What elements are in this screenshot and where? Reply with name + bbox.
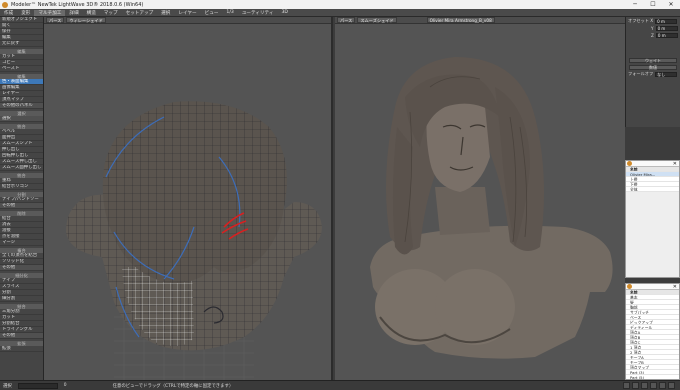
minimize-button[interactable]: ─ — [626, 1, 644, 8]
status-tool-3-icon[interactable] — [641, 382, 648, 389]
selection-count — [17, 382, 58, 389]
title-bar: Modeler™ NewTek LightWave 3D® 2018.0.6 (… — [0, 0, 680, 9]
sidebar-tool-button[interactable]: 元に戻す — [0, 41, 43, 47]
app-icon — [627, 161, 632, 166]
sidebar-tool-button[interactable]: 拡張 — [0, 346, 43, 352]
offset-z-row: Z 0 m — [626, 32, 680, 38]
menu-item[interactable]: ビュー — [201, 10, 223, 16]
offset-x-label: オフセット X — [628, 18, 654, 23]
sidebar-tool-button[interactable]: 細分割 — [0, 296, 43, 302]
sidebar-tool-button[interactable]: ペースト — [0, 66, 43, 72]
menu-item[interactable]: マップ — [100, 10, 122, 16]
offset-z-label: Z — [651, 32, 654, 38]
offset-x-row: オフセット X 0 m — [626, 18, 680, 24]
menu-item[interactable]: 1/3 — [222, 10, 237, 15]
object-list-panel: ✕ 名前 Olivier Mira... 上層 下層 全体 — [625, 160, 680, 278]
shaded-model-render — [370, 57, 613, 359]
tool-sidebar: 新規オブジェクト 開く 保存 編集 元に戻す 編集 カット コピー ペースト 編集 色・表面編集 画像… — [0, 17, 44, 380]
offset-x-input[interactable]: 0 m — [655, 18, 678, 24]
selection-num: 0 — [63, 383, 67, 388]
numeric-panel: オフセット X 0 m Y 0 m Z 0 m ウェイト 数値 フォールオフ な… — [625, 17, 680, 127]
window-controls: ─ ☐ ✕ — [626, 1, 680, 8]
status-message: 任意のビューでドラッグ（CTRLで特定の軸に固定できます） — [112, 383, 234, 389]
status-bar: 選択 0 任意のビューでドラッグ（CTRLで特定の軸に固定できます） — [0, 380, 680, 390]
offset-z-input[interactable]: 0 m — [655, 32, 678, 38]
menu-item[interactable]: マルチ加工 — [34, 9, 66, 16]
menu-item[interactable]: セットアップ — [122, 10, 158, 16]
status-tool-5-icon[interactable] — [659, 382, 666, 389]
status-tool-2-icon[interactable] — [632, 382, 639, 389]
app-icon — [627, 284, 632, 289]
menu-item[interactable]: 変形 — [17, 10, 34, 16]
viewport-right[interactable]: パース スムーズシェイド Olivier Mira Armstrong_B_v0… — [335, 17, 625, 380]
menu-item[interactable]: レイヤー — [174, 10, 200, 16]
offset-y-input[interactable]: 0 m — [655, 25, 678, 31]
viewport-left[interactable]: パース ウィレーシェイド — [44, 17, 333, 380]
menu-item[interactable]: 構造 — [83, 10, 100, 16]
menu-item[interactable]: 作成 — [0, 10, 17, 16]
sidebar-tool-button[interactable]: マージ — [0, 240, 43, 246]
sidebar-tool-button[interactable]: その他 — [0, 333, 43, 339]
falloff-select[interactable]: なし — [655, 71, 678, 77]
menu-item[interactable]: 選択 — [157, 10, 174, 16]
close-button[interactable]: ✕ — [662, 1, 680, 8]
sidebar-tool-button[interactable]: その他のパネル — [0, 103, 43, 109]
status-tool-1-icon[interactable] — [623, 382, 630, 389]
wireframe-model-render — [66, 101, 322, 380]
maximize-button[interactable]: ☐ — [644, 1, 662, 8]
sidebar-tool-button[interactable]: スムーズ面押し出し — [0, 165, 43, 171]
sidebar-tool-button[interactable]: 選択 — [0, 116, 43, 122]
list-item[interactable]: 全体 — [626, 187, 679, 192]
menu-item[interactable]: 詳細 — [65, 10, 82, 16]
selection-mode-label: 選択 — [3, 383, 12, 389]
sidebar-tool-button[interactable]: その他 — [0, 265, 43, 271]
menu-item[interactable]: 3D — [277, 10, 291, 15]
offset-y-row: Y 0 m — [626, 25, 680, 31]
sidebar-tool-button[interactable]: 結合ポリゴン — [0, 184, 43, 190]
offset-y-label: Y — [651, 25, 654, 31]
surface-list-panel: ✕ 名前 基本髪胸部 サブパッチ ベース ピックアップ ディティール 頂点A 頂点B 頂点C 1 … — [625, 283, 680, 380]
panel-a-close-icon[interactable]: ✕ — [673, 161, 679, 167]
weight-button[interactable]: ウェイト — [629, 58, 677, 63]
numeric-button[interactable]: 数値 — [629, 65, 677, 70]
falloff-row: フォールオフ なし — [626, 71, 680, 77]
status-tool-4-icon[interactable] — [650, 382, 657, 389]
panel-b-close-icon[interactable]: ✕ — [673, 284, 679, 290]
menu-item[interactable]: ユーティリティ — [238, 10, 278, 16]
status-tool-6-icon[interactable] — [668, 382, 675, 389]
sidebar-tool-button[interactable]: その他 — [0, 203, 43, 209]
menu-bar: 作成 変形 マルチ加工 詳細 構造 マップ セットアップ 選択 レイヤー ビュー 1/3 ユーティリテ… — [0, 9, 680, 17]
falloff-label: フォールオフ — [628, 71, 654, 76]
app-icon — [2, 1, 8, 8]
window-title: Modeler™ NewTek LightWave 3D® 2018.0.6 (… — [11, 1, 144, 8]
